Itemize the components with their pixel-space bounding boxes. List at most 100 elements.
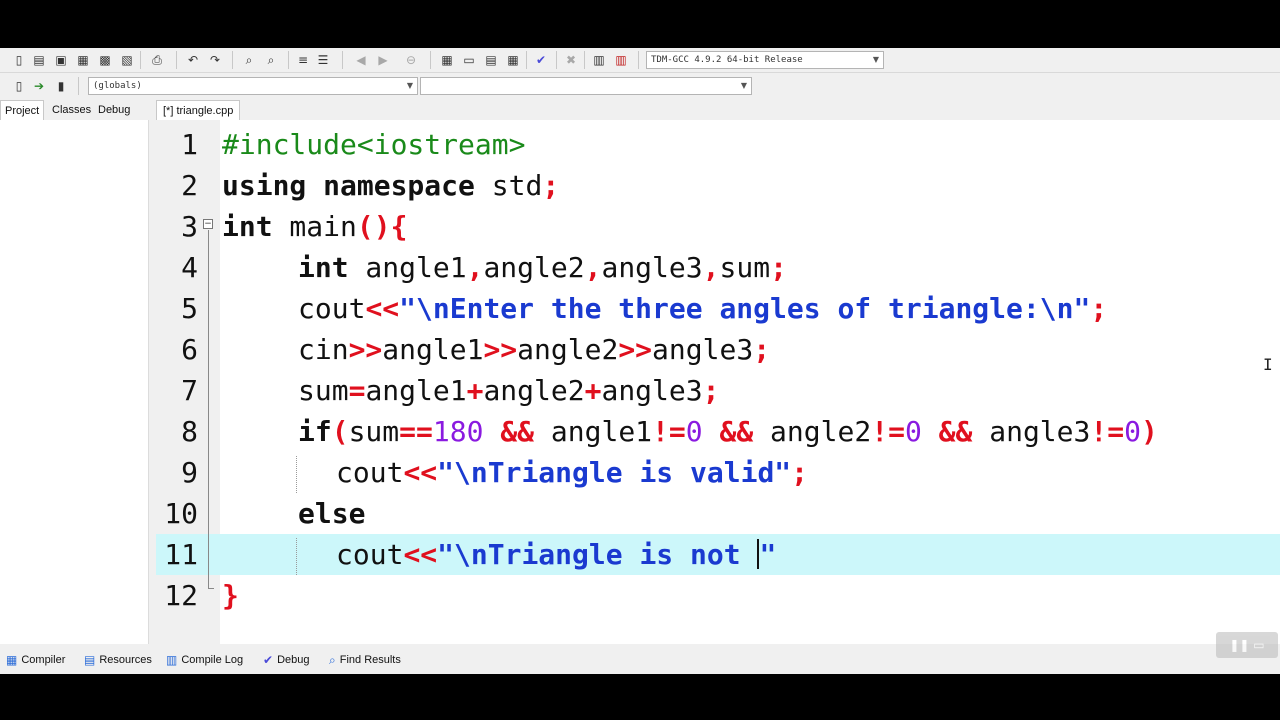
- chart-icon[interactable]: ▥: [590, 51, 608, 69]
- insert-icon[interactable]: ▯: [10, 77, 28, 95]
- tab-resources[interactable]: ▤ Resources: [84, 650, 152, 670]
- code-text: else: [298, 497, 366, 530]
- main-toolbar: ▯ ▤ ▣ ▦ ▩ ▧ ⎙ ↶ ↷ ⌕ ⌕ ≡ ☰ ◀ ▶ ⊖ ▦ ▭ ▤ ▦ …: [0, 48, 1280, 73]
- code-text: }: [222, 579, 239, 612]
- tab-debug-output[interactable]: ✔ Debug: [263, 650, 309, 670]
- new-file-icon[interactable]: ▯: [10, 51, 28, 69]
- code-text: cout<<"\nTriangle is valid";: [336, 456, 809, 489]
- chevron-down-icon: ▼: [740, 81, 748, 90]
- code-editor[interactable]: 1 #include<iostream> 2 using namespace s…: [156, 120, 1280, 644]
- toolbar-separator: [584, 51, 585, 69]
- toolbar-separator: [638, 51, 639, 69]
- toolbar-separator: [430, 51, 431, 69]
- indent-icon[interactable]: ≡: [294, 51, 312, 69]
- indent-guide: [296, 538, 298, 575]
- line-number: 11: [164, 538, 198, 571]
- profile-icon[interactable]: ▥: [612, 51, 630, 69]
- bookmark-next-icon[interactable]: ▶: [374, 51, 392, 69]
- stop-execution-icon[interactable]: ✖: [562, 51, 580, 69]
- line-number: 7: [181, 374, 198, 407]
- fold-collapse-icon[interactable]: −: [203, 219, 213, 229]
- line-number: 10: [164, 497, 198, 530]
- toolbar-separator: [176, 51, 177, 69]
- line-number: 6: [181, 333, 198, 366]
- resources-icon: ▤: [84, 653, 96, 667]
- class-toolbar: ▯ ➔ ▮ (globals) ▼ ▼: [0, 74, 760, 98]
- code-line: 2 using namespace std;: [156, 165, 1280, 206]
- code-text: cin>>angle1>>angle2>>angle3;: [298, 333, 771, 366]
- chevron-down-icon: ▼: [872, 55, 880, 64]
- code-line: 9 cout<<"\nTriangle is valid";: [156, 452, 1280, 493]
- save-icon[interactable]: ▣: [52, 51, 70, 69]
- goto-declaration-icon[interactable]: ➔: [30, 77, 48, 95]
- code-line: 10 else: [156, 493, 1280, 534]
- tab-project[interactable]: Project: [0, 100, 45, 120]
- compiler-profile-value: TDM-GCC 4.9.2 64-bit Release: [651, 55, 803, 65]
- line-number: 5: [181, 292, 198, 325]
- undo-icon[interactable]: ↶: [184, 51, 202, 69]
- fold-end: [208, 588, 214, 589]
- scope-select[interactable]: (globals) ▼: [88, 77, 418, 95]
- left-panel-tabs: Project Classes Debug: [0, 100, 150, 120]
- line-number: 2: [181, 169, 198, 202]
- video-pause-icon[interactable]: ❚❚ ▭: [1216, 632, 1278, 658]
- line-number: 4: [181, 251, 198, 284]
- code-text: cout<<"\nTriangle is not ": [336, 538, 777, 571]
- code-text: if(sum==180 && angle1!=0 && angle2!=0 &&…: [298, 415, 1158, 448]
- tab-compile-log[interactable]: ▥ Compile Log: [166, 650, 243, 670]
- symbol-select[interactable]: ▼: [420, 77, 752, 95]
- code-line: 8 if(sum==180 && angle1!=0 && angle2!=0 …: [156, 411, 1280, 452]
- line-number: 1: [181, 128, 198, 161]
- tab-find-results[interactable]: ⌕ Find Results: [329, 650, 401, 670]
- syntax-check-icon[interactable]: ✔: [532, 51, 550, 69]
- code-text: cout<<"\nEnter the three angles of trian…: [298, 292, 1108, 325]
- compiler-profile-select[interactable]: TDM-GCC 4.9.2 64-bit Release ▼: [646, 51, 884, 69]
- find-icon[interactable]: ⌕: [240, 51, 258, 69]
- tab-compiler[interactable]: ▦ Compiler: [6, 650, 65, 670]
- run-icon[interactable]: ▭: [460, 51, 478, 69]
- line-number: 3: [181, 210, 198, 243]
- unindent-icon[interactable]: ☰: [314, 51, 332, 69]
- toolbar-separator: [556, 51, 557, 69]
- close-file-icon[interactable]: ▩: [96, 51, 114, 69]
- replace-icon[interactable]: ⌕: [262, 51, 280, 69]
- print-icon[interactable]: ⎙: [148, 51, 166, 69]
- mouse-ibeam-cursor-icon: I: [1263, 355, 1273, 374]
- line-number: 12: [164, 579, 198, 612]
- toolbar-separator: [78, 77, 79, 95]
- compile-icon[interactable]: ▦: [438, 51, 456, 69]
- code-line: 4 int angle1,angle2,angle3,sum;: [156, 247, 1280, 288]
- open-file-icon[interactable]: ▤: [30, 51, 48, 69]
- compile-run-icon[interactable]: ▤: [482, 51, 500, 69]
- code-line: 12 }: [156, 575, 1280, 616]
- editor-tab-triangle[interactable]: [*] triangle.cpp: [156, 100, 241, 120]
- goto-line-icon[interactable]: ⊖: [402, 51, 420, 69]
- toolbar-separator: [232, 51, 233, 69]
- ide-window: ▯ ▤ ▣ ▦ ▩ ▧ ⎙ ↶ ↷ ⌕ ⌕ ≡ ☰ ◀ ▶ ⊖ ▦ ▭ ▤ ▦ …: [0, 48, 1280, 674]
- current-code-line: 11 cout<<"\nTriangle is not ": [156, 534, 1280, 575]
- code-line: 3 int main(){: [156, 206, 1280, 247]
- code-text: int angle1,angle2,angle3,sum;: [298, 251, 787, 284]
- fold-line: [208, 230, 209, 588]
- code-text: #include<iostream>: [222, 128, 526, 161]
- goto-definition-icon[interactable]: ▮: [52, 77, 70, 95]
- redo-icon[interactable]: ↷: [206, 51, 224, 69]
- line-number: 8: [181, 415, 198, 448]
- code-text: using namespace std;: [222, 169, 560, 202]
- code-text: sum=angle1+angle2+angle3;: [298, 374, 720, 407]
- indent-guide: [296, 456, 298, 493]
- code-line: 1 #include<iostream>: [156, 124, 1280, 165]
- close-all-icon[interactable]: ▧: [118, 51, 136, 69]
- bottom-panel-tabs: ▦ Compiler ▤ Resources ▥ Compile Log ✔ Debug…: [0, 648, 1280, 672]
- find-results-icon: ⌕: [329, 652, 336, 667]
- bookmark-prev-icon[interactable]: ◀: [352, 51, 370, 69]
- compiler-icon: ▦: [6, 653, 18, 667]
- save-all-icon[interactable]: ▦: [74, 51, 92, 69]
- code-line: 6 cin>>angle1>>angle2>>angle3;: [156, 329, 1280, 370]
- toolbar-separator: [526, 51, 527, 69]
- project-panel: [0, 120, 149, 644]
- code-text: int main(){: [222, 210, 408, 243]
- tab-classes[interactable]: Classes: [48, 100, 95, 120]
- tab-debug[interactable]: Debug: [94, 100, 134, 120]
- rebuild-icon[interactable]: ▦: [504, 51, 522, 69]
